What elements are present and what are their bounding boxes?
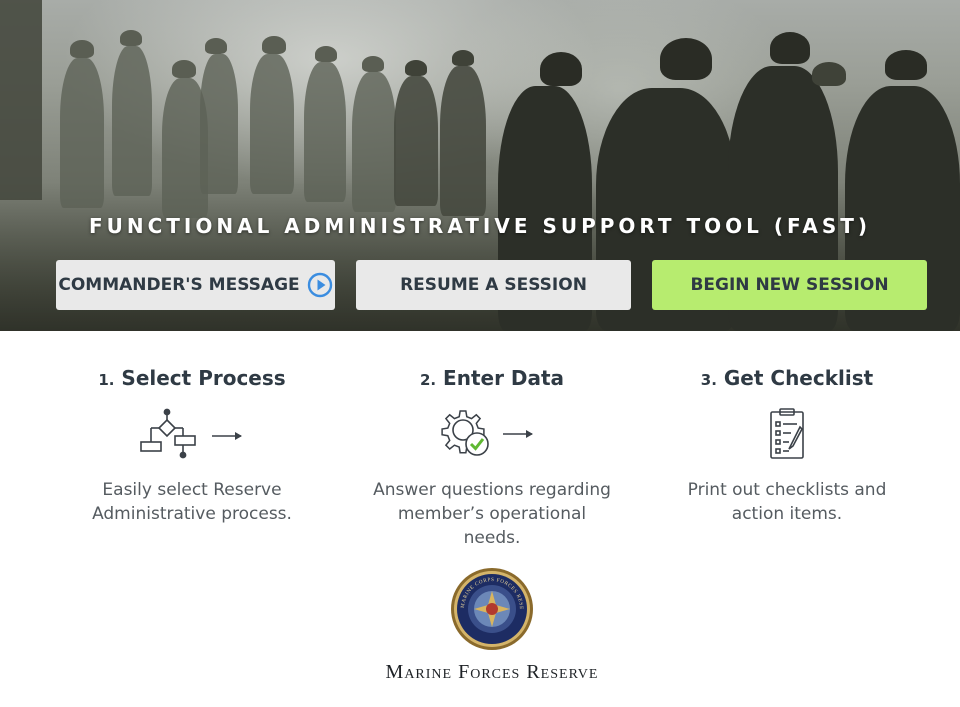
- step-description: Print out checklists and action items.: [687, 480, 887, 524]
- commanders-message-label: COMMANDER'S MESSAGE: [58, 275, 300, 295]
- commanders-message-button[interactable]: COMMANDER'S MESSAGE: [56, 260, 335, 310]
- step-title: Enter Data: [443, 366, 565, 390]
- step-title: Select Process: [121, 366, 286, 390]
- hero-banner: FUNCTIONAL ADMINISTRATIVE SUPPORT TOOL (…: [0, 0, 960, 331]
- step-number: 3.: [700, 371, 717, 389]
- page-title: FUNCTIONAL ADMINISTRATIVE SUPPORT TOOL (…: [88, 214, 872, 238]
- step-enter-data: 2. Enter Data Answer questions regarding…: [342, 366, 642, 550]
- resume-session-button[interactable]: RESUME A SESSION: [356, 260, 631, 310]
- marine-forces-reserve-seal: U.S. MARINE CORPS FORCES RESERVE: [450, 567, 533, 650]
- step-number: 1.: [98, 371, 115, 389]
- step-heading: 3. Get Checklist: [637, 366, 937, 396]
- play-circle-icon: [307, 272, 332, 298]
- step-heading: 2. Enter Data: [342, 366, 642, 396]
- clipboard-checklist-icon: [770, 408, 804, 459]
- flowchart-icon: [140, 408, 242, 459]
- organization-name: Marine Forces Reserve: [385, 661, 599, 683]
- step-description: Easily select Reserve Administrative pro…: [92, 480, 292, 524]
- step-title: Get Checklist: [723, 366, 874, 390]
- step-description: Answer questions regarding member’s oper…: [373, 480, 611, 548]
- step-heading: 1. Select Process: [42, 366, 342, 396]
- step-number: 2.: [419, 371, 437, 389]
- resume-session-label: RESUME A SESSION: [400, 275, 587, 295]
- gear-check-icon: [441, 410, 533, 456]
- step-get-checklist: 3. Get Checklist Print out checklists an…: [637, 366, 937, 526]
- begin-new-session-button[interactable]: BEGIN NEW SESSION: [652, 260, 927, 310]
- begin-new-session-label: BEGIN NEW SESSION: [690, 275, 889, 295]
- step-select-process: 1. Select Process Easily select Reserve …: [42, 366, 342, 526]
